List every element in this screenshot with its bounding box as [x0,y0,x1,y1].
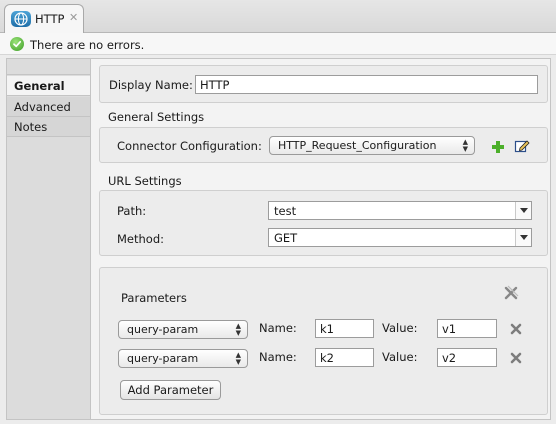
sidebar-item-notes[interactable]: Notes [7,117,90,137]
globe-icon [11,11,31,27]
param-value-label: Value: [382,350,418,364]
properties-sidebar: General Advanced Notes [6,58,91,420]
param-value-input[interactable]: v1 [437,319,497,338]
check-circle-icon [10,37,24,51]
close-icon[interactable]: ✕ [69,11,78,24]
url-settings-panel: Path: test Method: GET [99,190,548,256]
remove-param-icon[interactable] [510,352,522,364]
param-type-select[interactable]: query-param ▲ ▼ [118,349,248,368]
sidebar-item-advanced[interactable]: Advanced [7,97,90,117]
param-type-value: query-param [127,323,199,336]
add-parameter-button[interactable]: Add Parameter [120,380,221,400]
method-label: Method: [117,232,165,246]
param-value-label: Value: [382,321,418,335]
connector-configuration-label: Connector Configuration: [117,139,262,153]
tab-http[interactable]: HTTP ✕ [4,4,84,34]
sidebar-spacer [7,59,90,75]
general-settings-panel: Connector Configuration: HTTP_Request_Co… [99,127,548,163]
validation-status-bar: There are no errors. [0,33,556,55]
connector-configuration-value: HTTP_Request_Configuration [278,139,437,152]
param-name-input[interactable]: k2 [315,348,374,367]
param-name-label: Name: [259,350,297,364]
general-settings-title: General Settings [108,110,205,124]
parameters-panel: Parameters query-param ▲ ▼ Name: k1 Value… [99,267,548,415]
method-value: GET [274,231,298,245]
edit-icon[interactable] [514,138,530,154]
updown-arrows-icon: ▲ ▼ [235,351,241,366]
remove-param-icon[interactable] [510,323,522,335]
tab-title: HTTP [35,12,65,26]
param-type-select[interactable]: query-param ▲ ▼ [118,320,248,339]
properties-main: Display Name: HTTP General Settings Conn… [91,58,551,420]
url-settings-title: URL Settings [108,174,182,188]
chevron-down-icon[interactable] [515,202,531,219]
editor-tab-bar: HTTP ✕ [0,0,556,34]
plus-icon[interactable] [491,140,505,154]
status-message: There are no errors. [30,38,145,52]
param-value-input[interactable]: v2 [437,348,497,367]
param-name-input[interactable]: k1 [315,319,374,338]
updown-arrows-icon: ▲ ▼ [235,322,241,337]
remove-all-icon[interactable] [503,285,519,301]
parameters-title: Parameters [121,291,187,305]
param-name-label: Name: [259,321,297,335]
path-combo[interactable]: test [268,201,532,220]
display-name-panel: Display Name: HTTP [99,65,548,103]
path-label: Path: [117,204,147,218]
display-name-label: Display Name: [109,78,193,92]
param-type-value: query-param [127,352,199,365]
display-name-input[interactable]: HTTP [195,75,538,94]
method-combo[interactable]: GET [268,228,532,247]
chevron-down-icon[interactable] [515,229,531,246]
path-value: test [274,204,297,218]
connector-configuration-select[interactable]: HTTP_Request_Configuration ▲ ▼ [269,136,475,155]
sidebar-item-general[interactable]: General [7,76,90,96]
updown-arrows-icon: ▲ ▼ [462,138,468,153]
